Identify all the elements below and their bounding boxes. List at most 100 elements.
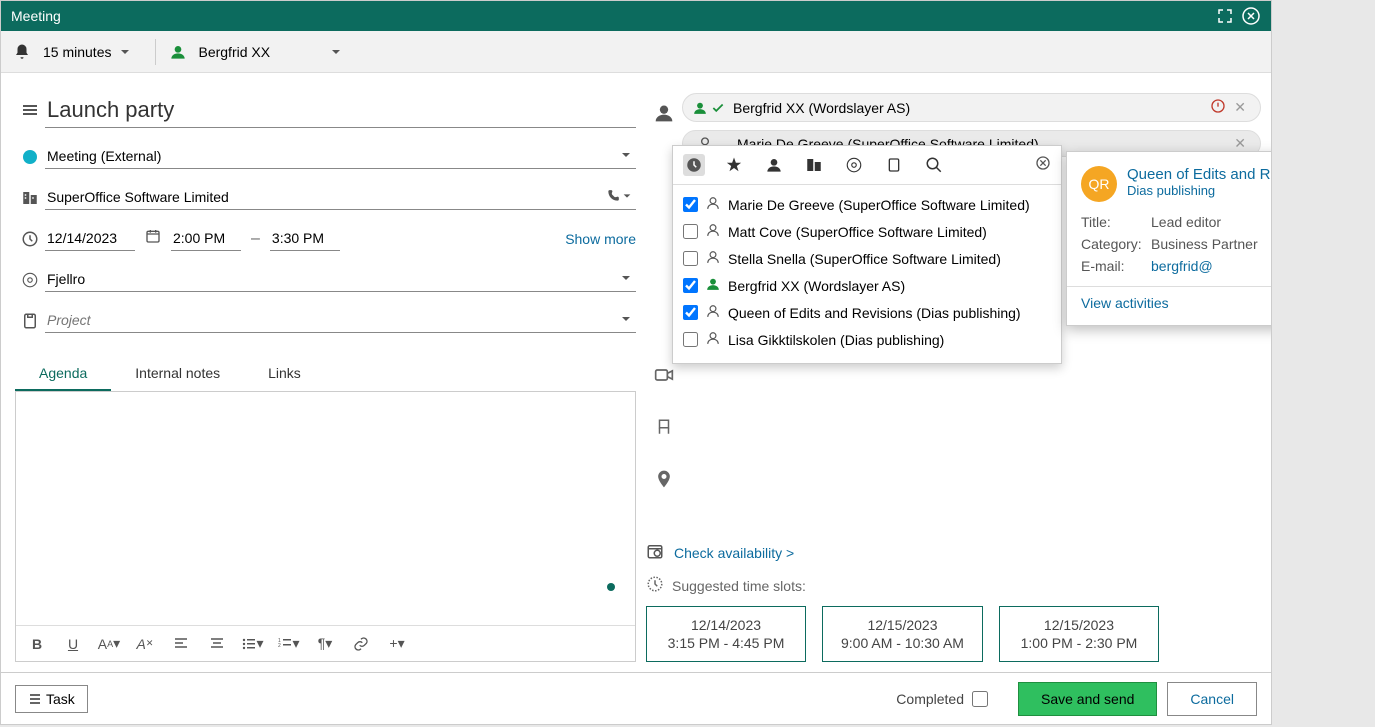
bell-icon: [13, 43, 31, 61]
slot-time: 9:00 AM - 10:30 AM: [841, 635, 964, 651]
picker-checkbox[interactable]: [683, 197, 698, 212]
location-icon[interactable]: [654, 469, 674, 494]
underline-button[interactable]: U: [60, 631, 86, 657]
editor-indicator-dot: [607, 583, 615, 591]
project-icon: [15, 312, 45, 330]
completed-toggle[interactable]: Completed: [896, 691, 988, 707]
attendee-chip-owner[interactable]: Bergfrid XX (Wordslayer AS) ✕: [682, 93, 1261, 122]
remove-chip-icon[interactable]: ✕: [1230, 99, 1250, 116]
time-slot[interactable]: 12/14/20233:15 PM - 4:45 PM: [646, 606, 806, 662]
suggested-slots-label: Suggested time slots:: [672, 578, 806, 594]
avatar: QR: [1081, 166, 1117, 202]
font-size-button[interactable]: AA▾: [96, 631, 122, 657]
remove-chip-icon[interactable]: ✕: [1230, 135, 1250, 152]
info-email-label: E-mail:: [1081, 258, 1151, 274]
phone-dropdown-icon[interactable]: [606, 189, 632, 203]
menu-icon: [28, 692, 42, 706]
time-slots-row: 12/14/20233:15 PM - 4:45 PM12/15/20239:0…: [646, 606, 1261, 662]
owner-dropdown[interactable]: Bergfrid XX: [170, 44, 348, 60]
meeting-dialog: Meeting 15 minutes Bergfrid XX: [0, 0, 1272, 725]
reminder-dropdown[interactable]: 15 minutes: [13, 43, 137, 61]
fullscreen-icon[interactable]: [1215, 6, 1235, 26]
warning-icon: [1210, 98, 1226, 117]
attendee-icon: [654, 103, 674, 128]
picker-tab-company[interactable]: [803, 154, 825, 176]
close-icon[interactable]: [1241, 6, 1261, 26]
align-center-button[interactable]: [204, 631, 230, 657]
type-select[interactable]: [45, 144, 636, 169]
save-button[interactable]: Save and send: [1018, 682, 1157, 716]
person-outline-icon: [706, 331, 720, 348]
resource-icon[interactable]: [655, 418, 673, 441]
picker-tab-sale[interactable]: [843, 154, 865, 176]
picker-item-label: Marie De Greeve (SuperOffice Software Li…: [728, 197, 1030, 213]
completed-checkbox[interactable]: [972, 691, 988, 707]
company-select[interactable]: [45, 185, 636, 210]
picker-checkbox[interactable]: [683, 278, 698, 293]
view-activities-link[interactable]: View activities: [1081, 295, 1271, 311]
calendar-icon[interactable]: [145, 228, 161, 249]
left-column: – Show more: [1, 93, 636, 662]
info-category-value: Business Partner: [1151, 236, 1271, 252]
tab-internal-notes[interactable]: Internal notes: [111, 357, 244, 391]
picker-tab-associates[interactable]: [763, 154, 785, 176]
sale-select[interactable]: [45, 267, 636, 292]
task-menu-button[interactable]: Task: [15, 685, 88, 713]
picker-item[interactable]: Lisa Gikktilskolen (Dias publishing): [683, 326, 1051, 353]
title-icon: [15, 102, 45, 120]
picker-item-label: Bergfrid XX (Wordslayer AS): [728, 278, 905, 294]
contact-company-link[interactable]: Dias publishing: [1127, 183, 1271, 198]
svg-text:2: 2: [278, 643, 281, 649]
picker-checkbox[interactable]: [683, 224, 698, 239]
picker-tab-project[interactable]: [883, 154, 905, 176]
person-outline-icon: [706, 250, 720, 267]
check-availability-link[interactable]: Check availability >: [674, 545, 794, 561]
agenda-editor[interactable]: B U AA▾ A✕ ▾ 12▾ ¶▾ +▾: [15, 392, 636, 662]
bullet-list-button[interactable]: ▾: [240, 631, 266, 657]
picker-item[interactable]: Marie De Greeve (SuperOffice Software Li…: [683, 191, 1051, 218]
person-icon: [693, 101, 707, 115]
picker-tab-search[interactable]: [923, 154, 945, 176]
slot-date: 12/14/2023: [665, 617, 787, 633]
project-select[interactable]: [45, 308, 636, 333]
picker-item[interactable]: Matt Cove (SuperOffice Software Limited): [683, 218, 1051, 245]
title-input[interactable]: [45, 93, 636, 128]
picker-item-label: Lisa Gikktilskolen (Dias publishing): [728, 332, 944, 348]
time-slot[interactable]: 12/15/20231:00 PM - 2:30 PM: [999, 606, 1159, 662]
link-button[interactable]: [348, 631, 374, 657]
info-email-link[interactable]: bergfrid@: [1151, 258, 1271, 274]
slot-date: 12/15/2023: [1018, 617, 1140, 633]
video-icon[interactable]: [654, 365, 674, 390]
tab-links[interactable]: Links: [244, 357, 325, 391]
time-slot[interactable]: 12/15/20239:00 AM - 10:30 AM: [822, 606, 983, 662]
cancel-button[interactable]: Cancel: [1167, 682, 1257, 716]
numbered-list-button[interactable]: 12▾: [276, 631, 302, 657]
picker-tab-favorites[interactable]: [723, 154, 745, 176]
date-input[interactable]: [45, 226, 135, 251]
dialog-footer: Task Completed Save and send Cancel: [1, 672, 1271, 724]
picker-checkbox[interactable]: [683, 332, 698, 347]
bold-button[interactable]: B: [24, 631, 50, 657]
picker-item[interactable]: Queen of Edits and Revisions (Dias publi…: [683, 299, 1051, 326]
type-color-dot: [15, 150, 45, 164]
show-more-link[interactable]: Show more: [565, 231, 636, 247]
end-time-input[interactable]: [270, 226, 340, 251]
picker-tab-history[interactable]: [683, 154, 705, 176]
person-outline-icon: [706, 196, 720, 213]
picker-close-icon[interactable]: [1035, 155, 1051, 176]
start-time-input[interactable]: [171, 226, 241, 251]
align-left-button[interactable]: [168, 631, 194, 657]
insert-button[interactable]: +▾: [384, 631, 410, 657]
right-column: Bergfrid XX (Wordslayer AS) ✕ Marie De G…: [636, 93, 1271, 662]
paragraph-button[interactable]: ¶▾: [312, 631, 338, 657]
picker-checkbox[interactable]: [683, 305, 698, 320]
contact-name-link[interactable]: Queen of Edits and Revisions: [1127, 166, 1271, 183]
picker-checkbox[interactable]: [683, 251, 698, 266]
reminder-label: 15 minutes: [43, 44, 111, 60]
picker-item[interactable]: Stella Snella (SuperOffice Software Limi…: [683, 245, 1051, 272]
picker-item[interactable]: Bergfrid XX (Wordslayer AS): [683, 272, 1051, 299]
clear-format-button[interactable]: A✕: [132, 631, 158, 657]
window-title: Meeting: [11, 8, 61, 24]
tab-agenda[interactable]: Agenda: [15, 357, 111, 391]
attendee-picker-popover: Marie De Greeve (SuperOffice Software Li…: [672, 145, 1062, 364]
